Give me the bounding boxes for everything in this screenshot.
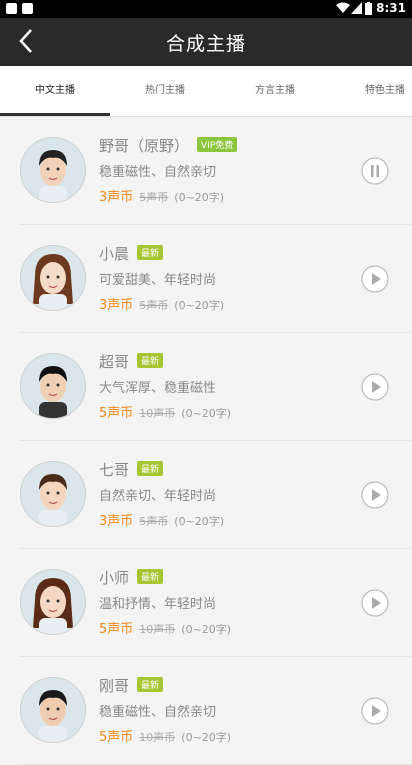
title-bar: 合成主播 bbox=[0, 18, 412, 66]
price-line: 5声币 10声币 (0~20字) bbox=[99, 618, 231, 637]
price-line: 3声币 5声币 (0~20字) bbox=[99, 510, 224, 529]
avatar bbox=[20, 677, 86, 743]
signal-icon bbox=[351, 2, 362, 14]
tab-chinese[interactable]: 中文主播 bbox=[0, 66, 110, 116]
anchor-description: 自然亲切、年轻时尚 bbox=[99, 489, 217, 504]
play-icon[interactable] bbox=[361, 481, 389, 509]
battery-icon bbox=[365, 2, 372, 15]
anchor-description: 可爱甜美、年轻时尚 bbox=[99, 273, 217, 288]
anchor-name: 超哥 最新 bbox=[99, 351, 164, 372]
price: 3声币 bbox=[99, 298, 134, 313]
tab-popular[interactable]: 热门主播 bbox=[110, 66, 220, 116]
anchor-description: 大气浑厚、稳重磁性 bbox=[99, 381, 217, 396]
anchor-name: 野哥（原野） VIP免费 bbox=[99, 135, 238, 156]
anchor-name: 小晨 最新 bbox=[99, 243, 164, 264]
original-price: 5声币 bbox=[139, 515, 169, 528]
char-range: (0~20字) bbox=[174, 191, 225, 204]
list-item[interactable]: 小师 最新 温和抒情、年轻时尚 5声币 10声币 (0~20字) bbox=[20, 549, 412, 657]
list-item[interactable]: 小晨 最新 可爱甜美、年轻时尚 3声币 5声币 (0~20字) bbox=[20, 225, 412, 333]
anchor-badge: 最新 bbox=[137, 353, 164, 368]
original-price: 10声币 bbox=[139, 623, 176, 636]
play-icon[interactable] bbox=[361, 589, 389, 617]
pause-icon[interactable] bbox=[361, 157, 389, 185]
price: 5声币 bbox=[99, 406, 134, 421]
tab-active-indicator bbox=[0, 113, 110, 116]
tab-bar: 中文主播 热门主播 方言主播 特色主播 bbox=[0, 66, 412, 117]
play-icon[interactable] bbox=[361, 265, 389, 293]
notification-icon-2 bbox=[22, 3, 33, 14]
original-price: 5声币 bbox=[139, 191, 169, 204]
avatar bbox=[20, 137, 86, 203]
anchor-name: 小师 最新 bbox=[99, 567, 164, 588]
wifi-icon bbox=[336, 2, 350, 13]
price: 5声币 bbox=[99, 730, 134, 745]
avatar bbox=[20, 569, 86, 635]
status-time: 8:31 bbox=[376, 1, 406, 15]
list-item[interactable]: 七哥 最新 自然亲切、年轻时尚 3声币 5声币 (0~20字) bbox=[20, 441, 412, 549]
list-item[interactable]: 超哥 最新 大气浑厚、稳重磁性 5声币 10声币 (0~20字) bbox=[20, 333, 412, 441]
anchor-description: 稳重磁性、自然亲切 bbox=[99, 165, 217, 180]
price: 3声币 bbox=[99, 514, 134, 529]
anchor-badge: VIP免费 bbox=[197, 137, 238, 152]
char-range: (0~20字) bbox=[181, 407, 232, 420]
anchor-badge: 最新 bbox=[137, 677, 164, 692]
anchor-name: 刚哥 最新 bbox=[99, 675, 164, 696]
anchor-list: 野哥（原野） VIP免费 稳重磁性、自然亲切 3声币 5声币 (0~20字) 小晨 最新… bbox=[0, 117, 412, 765]
char-range: (0~20字) bbox=[181, 731, 232, 744]
char-range: (0~20字) bbox=[174, 515, 225, 528]
play-icon[interactable] bbox=[361, 697, 389, 725]
price: 3声币 bbox=[99, 190, 134, 205]
char-range: (0~20字) bbox=[174, 299, 225, 312]
original-price: 10声币 bbox=[139, 731, 176, 744]
char-range: (0~20字) bbox=[181, 623, 232, 636]
list-item[interactable]: 野哥（原野） VIP免费 稳重磁性、自然亲切 3声币 5声币 (0~20字) bbox=[20, 117, 412, 225]
original-price: 10声币 bbox=[139, 407, 176, 420]
price: 5声币 bbox=[99, 622, 134, 637]
avatar bbox=[20, 245, 86, 311]
anchor-name: 七哥 最新 bbox=[99, 459, 164, 480]
anchor-description: 温和抒情、年轻时尚 bbox=[99, 597, 217, 612]
original-price: 5声币 bbox=[139, 299, 169, 312]
anchor-badge: 最新 bbox=[137, 461, 164, 476]
play-icon[interactable] bbox=[361, 373, 389, 401]
tab-special[interactable]: 特色主播 bbox=[330, 66, 412, 116]
anchor-badge: 最新 bbox=[137, 245, 164, 260]
avatar bbox=[20, 461, 86, 527]
notification-icon bbox=[6, 3, 17, 14]
anchor-badge: 最新 bbox=[137, 569, 164, 584]
avatar bbox=[20, 353, 86, 419]
price-line: 3声币 5声币 (0~20字) bbox=[99, 294, 224, 313]
status-bar: 8:31 bbox=[0, 0, 412, 18]
price-line: 3声币 5声币 (0~20字) bbox=[99, 186, 224, 205]
price-line: 5声币 10声币 (0~20字) bbox=[99, 402, 231, 421]
anchor-description: 稳重磁性、自然亲切 bbox=[99, 705, 217, 720]
page-title: 合成主播 bbox=[165, 33, 246, 55]
list-item[interactable]: 刚哥 最新 稳重磁性、自然亲切 5声币 10声币 (0~20字) bbox=[20, 657, 412, 765]
tab-dialect[interactable]: 方言主播 bbox=[220, 66, 330, 116]
price-line: 5声币 10声币 (0~20字) bbox=[99, 726, 231, 745]
